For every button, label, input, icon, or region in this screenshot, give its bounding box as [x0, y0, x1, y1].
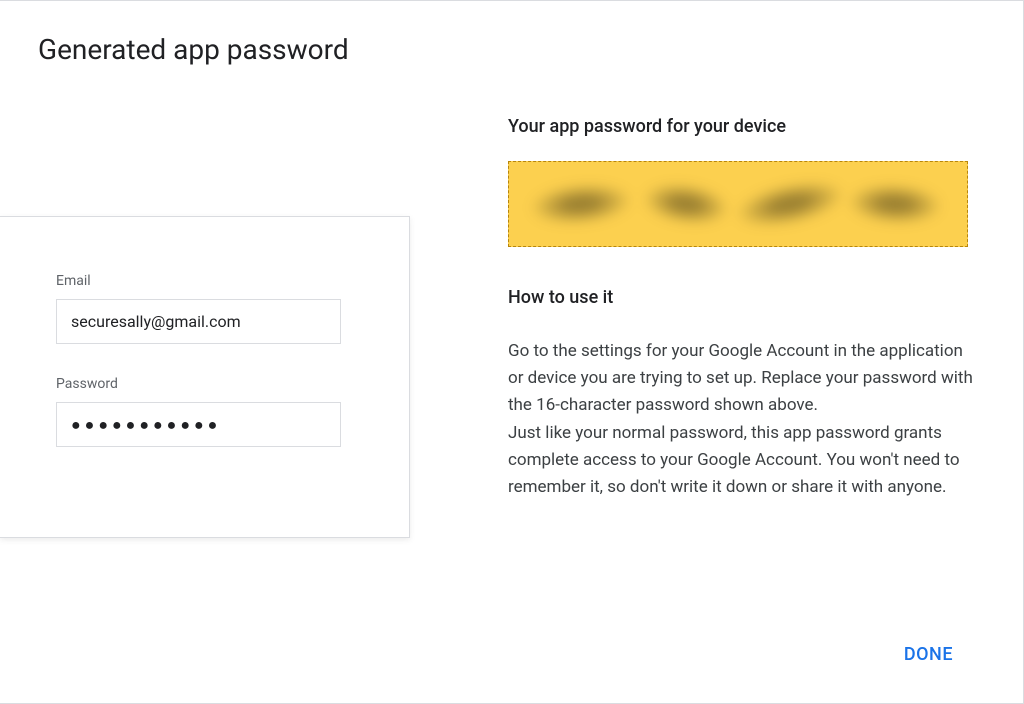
app-password-heading: Your app password for your device: [508, 116, 983, 137]
page-title: Generated app password: [0, 1, 1023, 66]
login-card: Email Password: [0, 216, 410, 538]
password-field[interactable]: [56, 402, 341, 447]
done-button[interactable]: DONE: [892, 636, 965, 673]
how-to-heading: How to use it: [508, 287, 983, 308]
app-password-box: [508, 161, 968, 247]
password-field-group: Password: [56, 376, 359, 447]
left-panel: Email Password: [0, 116, 410, 538]
email-field[interactable]: [56, 299, 341, 344]
email-label: Email: [56, 273, 359, 289]
content-area: Email Password Your app password for you…: [0, 66, 1023, 538]
email-field-group: Email: [56, 273, 359, 344]
instructions-text: Go to the settings for your Google Accou…: [508, 338, 978, 501]
blurred-password-icon: [509, 162, 967, 246]
password-label: Password: [56, 376, 359, 392]
right-panel: Your app password for your device How to…: [410, 116, 1023, 538]
